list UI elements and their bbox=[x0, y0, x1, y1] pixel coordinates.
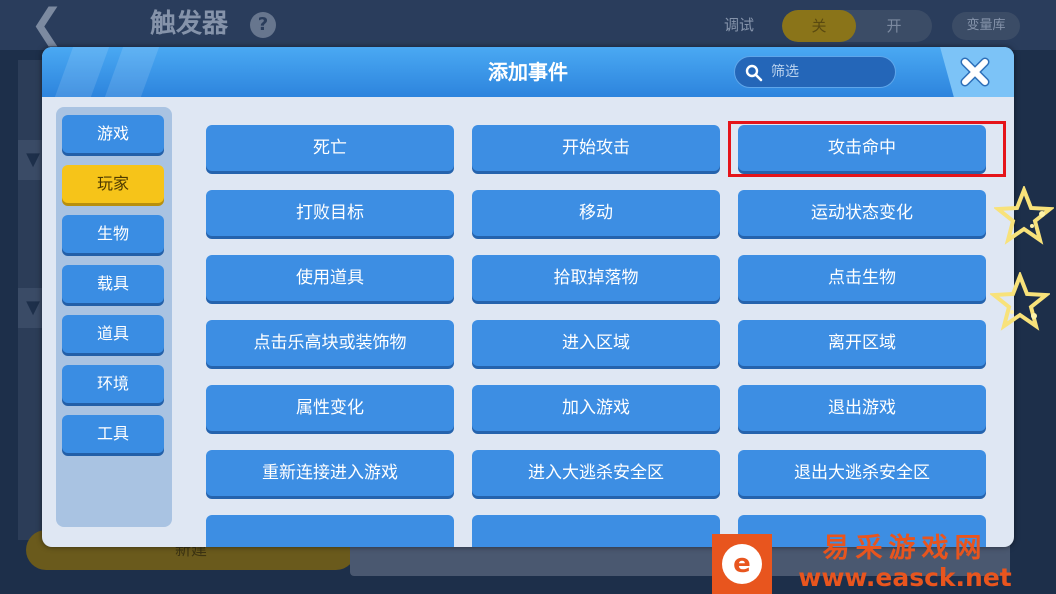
search-input[interactable] bbox=[771, 57, 891, 87]
event-button[interactable]: 属性变化 bbox=[206, 385, 454, 431]
event-button[interactable] bbox=[472, 515, 720, 547]
category-item[interactable]: 道具 bbox=[62, 315, 164, 353]
event-button[interactable]: 打败目标 bbox=[206, 190, 454, 236]
watermark-logo: e bbox=[712, 534, 772, 594]
watermark-title: 易采游戏网 bbox=[822, 533, 988, 564]
page-title: 触发器 bbox=[150, 9, 229, 39]
category-game[interactable]: 游戏 bbox=[62, 115, 164, 153]
add-event-dialog: 添加事件 游戏 玩家 生物 载具 道具 环境 工具 死亡 开 bbox=[42, 47, 1014, 547]
watermark-url: www.easck.net bbox=[798, 563, 1012, 592]
event-button[interactable]: 点击乐高块或装饰物 bbox=[206, 320, 454, 366]
debug-toggle-off[interactable]: 关 bbox=[782, 10, 856, 42]
category-creature[interactable]: 生物 bbox=[62, 215, 164, 253]
category-sidebar: 游戏 玩家 生物 载具 道具 环境 工具 bbox=[56, 107, 172, 527]
event-button[interactable]: 离开区域 bbox=[738, 320, 986, 366]
event-button[interactable]: 进入大逃杀安全区 bbox=[472, 450, 720, 496]
event-button[interactable]: 重新连接进入游戏 bbox=[206, 450, 454, 496]
star-icon bbox=[990, 272, 1050, 331]
category-player[interactable]: 玩家 bbox=[62, 165, 164, 203]
debug-label: 调试 bbox=[724, 16, 755, 34]
event-grid: 死亡 开始攻击 攻击命中 打败目标 移动 运动状态变化 使用道具 拾取掉落物 点… bbox=[206, 123, 990, 547]
category-tool[interactable]: 工具 bbox=[62, 415, 164, 453]
debug-toggle-on[interactable]: 开 bbox=[856, 10, 932, 42]
event-button[interactable]: 退出大逃杀安全区 bbox=[738, 450, 986, 496]
event-button[interactable]: 点击生物 bbox=[738, 255, 986, 301]
event-button-highlighted[interactable]: 攻击命中 bbox=[738, 125, 986, 171]
category-environment[interactable]: 环境 bbox=[62, 365, 164, 403]
variable-library-button[interactable]: 变量库 bbox=[952, 12, 1020, 40]
close-icon bbox=[960, 57, 990, 87]
search-icon bbox=[745, 64, 763, 82]
watermark-logo-icon: e bbox=[722, 544, 762, 584]
event-button[interactable]: 开始攻击 bbox=[472, 125, 720, 171]
event-button[interactable]: 拾取掉落物 bbox=[472, 255, 720, 301]
event-button[interactable]: 进入区域 bbox=[472, 320, 720, 366]
event-button[interactable]: 加入游戏 bbox=[472, 385, 720, 431]
event-button[interactable]: 退出游戏 bbox=[738, 385, 986, 431]
event-button[interactable]: 死亡 bbox=[206, 125, 454, 171]
category-vehicle[interactable]: 载具 bbox=[62, 265, 164, 303]
back-arrow-icon[interactable]: ❮ bbox=[30, 2, 100, 46]
help-icon[interactable]: ? bbox=[250, 12, 276, 38]
event-button[interactable] bbox=[206, 515, 454, 547]
event-button[interactable]: 移动 bbox=[472, 190, 720, 236]
event-button[interactable]: 使用道具 bbox=[206, 255, 454, 301]
search-box[interactable] bbox=[734, 56, 896, 88]
event-button[interactable]: 运动状态变化 bbox=[738, 190, 986, 236]
star-icon bbox=[994, 186, 1054, 245]
debug-toggle[interactable]: 关 开 bbox=[782, 10, 932, 42]
dialog-header: 添加事件 bbox=[42, 47, 1014, 97]
